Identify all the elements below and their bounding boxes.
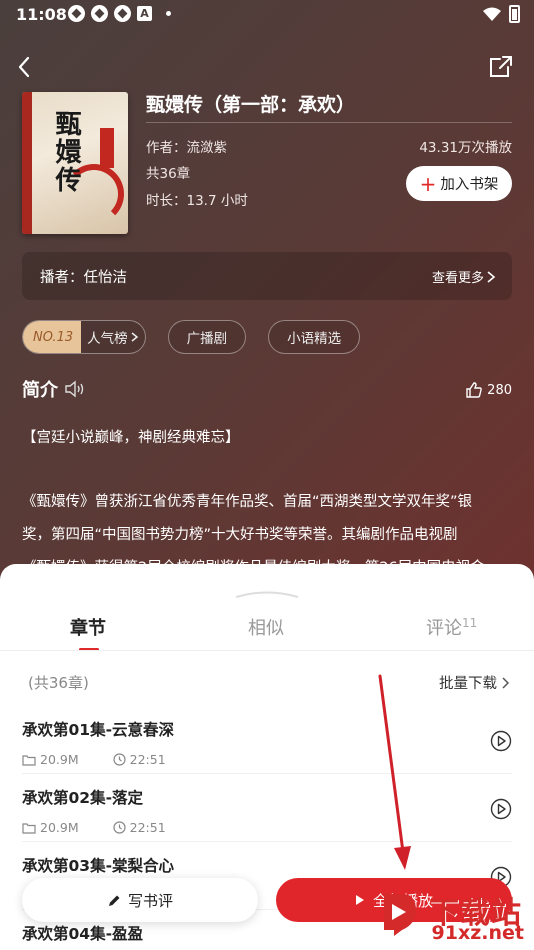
app-notification-icon (91, 5, 108, 22)
like-count: 280 (487, 382, 512, 398)
chevron-right-icon (502, 676, 510, 689)
rank-number: NO.13 (23, 321, 82, 353)
episode-title: 承欢第01集-云意春深 (22, 721, 175, 739)
comments-count: 11 (462, 616, 478, 630)
battery-icon (509, 5, 520, 23)
see-more-button[interactable]: 查看更多 (432, 267, 496, 286)
drag-handle[interactable] (232, 586, 302, 600)
rank-name: 人气榜 (81, 327, 145, 347)
chapter-count: (共36章) (28, 674, 89, 692)
see-more-label: 查看更多 (431, 271, 484, 286)
episode-meta: 20.9M 22:51 (22, 752, 166, 767)
add-to-shelf-label: 加入书架 (440, 177, 499, 193)
tab-similar[interactable]: 相似 (248, 614, 284, 640)
back-icon[interactable] (10, 52, 40, 82)
thumbs-up-icon (466, 382, 482, 398)
status-time: 11:08 (16, 5, 67, 24)
narrator-row[interactable]: 播者：任怡洁 查看更多 (22, 252, 512, 300)
like-button[interactable]: 280 (465, 381, 512, 399)
play-triangle-icon (355, 895, 364, 905)
chevron-right-icon (131, 332, 138, 342)
cover-seal (100, 128, 114, 168)
chevron-right-icon (487, 270, 496, 283)
watermark-logo (384, 894, 416, 936)
book-cover[interactable]: 甄嬛传 (22, 92, 128, 234)
add-to-shelf-button[interactable]: + 加入书架 (406, 166, 512, 201)
site-watermark: 下载站 91xz.net (380, 888, 530, 948)
batch-download-label: 批量下载 (439, 676, 497, 692)
play-count: 43.31万次播放 (419, 140, 512, 156)
narrator-label: 播者：任怡洁 (40, 270, 127, 286)
tab-bar: 章节 相似 评论11 (0, 614, 534, 650)
tag-featured[interactable]: 小语精选 (268, 320, 361, 354)
plus-icon: + (419, 171, 437, 196)
app-notification-icon (114, 5, 131, 22)
book-duration: 时长：13.7 小时 (146, 193, 248, 209)
episode-duration: 22:51 (129, 752, 166, 767)
pencil-icon (108, 895, 120, 906)
intro-title: 简介 (22, 380, 58, 401)
episode-size: 20.9M (40, 820, 79, 835)
status-bar: 11:08 A (0, 0, 534, 30)
tab-comments[interactable]: 评论11 (426, 614, 477, 640)
play-icon[interactable] (490, 798, 512, 820)
folder-icon (22, 822, 36, 834)
write-review-button[interactable]: 写书评 (22, 878, 258, 922)
intro-text-line: 【宫廷小说巅峰，神剧经典难忘】 (22, 430, 240, 446)
status-notification-icons: A (68, 5, 171, 22)
intro-text-line: 奖，第四届“中国图书势力榜”十大好书奖等荣誉。其编剧作品电视剧 (22, 527, 458, 543)
tag-row: NO.13 人气榜 广播剧 小语精选 (22, 320, 361, 354)
intro-text-line: 《甄嬛传》曾获浙江省优秀青年作品奖、首届“西湖类型文学双年奖”银 (22, 494, 473, 510)
intro-heading: 简介 (22, 376, 86, 402)
clock-icon (113, 753, 126, 766)
book-author: 作者：流潋紫 (146, 140, 227, 156)
speaker-icon[interactable] (64, 380, 86, 398)
episode-meta: 20.9M 22:51 (22, 820, 166, 835)
episode-size: 20.9M (40, 752, 79, 767)
clock-icon (113, 821, 126, 834)
cover-title-art: 甄嬛传 (51, 110, 81, 194)
share-icon[interactable] (488, 54, 514, 80)
play-icon[interactable] (490, 730, 512, 752)
write-review-label: 写书评 (127, 891, 173, 910)
tag-radio-drama[interactable]: 广播剧 (167, 320, 247, 354)
episode-duration: 22:51 (129, 820, 166, 835)
title-divider (146, 122, 512, 123)
list-item[interactable]: 承欢第02集-落定 20.9M 22:51 (22, 774, 512, 842)
rank-name-label: 人气榜 (87, 331, 128, 347)
more-notifications-icon (166, 11, 171, 16)
tab-chapters[interactable]: 章节 (70, 614, 106, 640)
tabs-divider (0, 650, 534, 651)
rank-tag[interactable]: NO.13 人气榜 (22, 320, 146, 354)
folder-icon (22, 754, 36, 766)
watermark-url: 91xz.net (431, 922, 524, 944)
a-app-icon: A (137, 6, 152, 21)
episode-title: 承欢第02集-落定 (22, 789, 144, 807)
cover-spine (22, 92, 32, 234)
top-bar (0, 50, 534, 86)
tab-comments-label: 评论 (426, 618, 462, 639)
book-chapter-count: 共36章 (146, 166, 191, 182)
book-title: 甄嬛传（第一部：承欢） (146, 94, 356, 116)
wifi-icon (483, 7, 501, 21)
app-notification-icon (68, 5, 85, 22)
batch-download-button[interactable]: 批量下载 (439, 672, 510, 693)
list-item[interactable]: 承欢第01集-云意春深 20.9M 22:51 (22, 706, 512, 774)
